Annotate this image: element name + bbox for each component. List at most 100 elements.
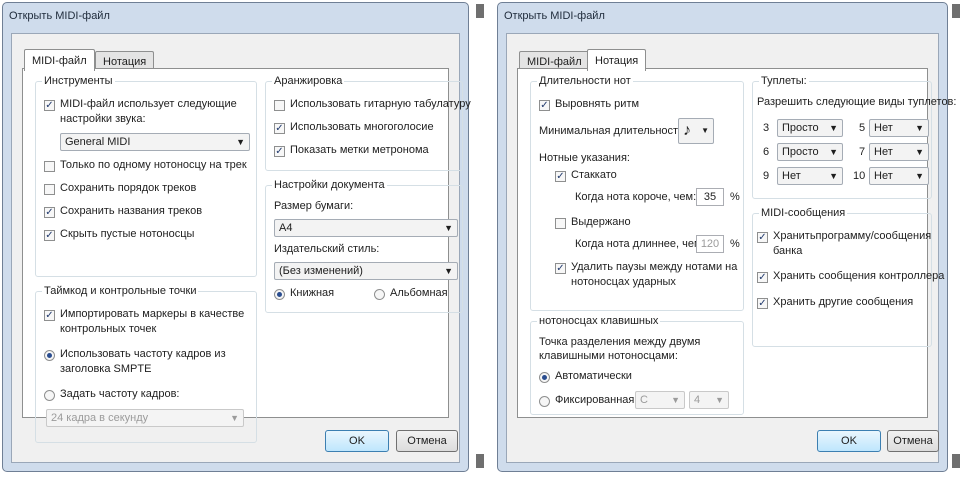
keep-order-label: Сохранить порядок треков [60, 182, 197, 194]
tuplet-select[interactable]: Просто ▼ [777, 119, 843, 137]
divider-grip-top [476, 4, 484, 18]
portrait-radio[interactable] [274, 289, 285, 300]
dialog-title: Открыть MIDI-файл [9, 10, 110, 22]
ok-button[interactable]: OK [817, 430, 881, 452]
divider-grip-right-top [952, 4, 960, 18]
tuplet-value: Нет [782, 170, 801, 182]
articulations-label: Нотные указания: [539, 152, 630, 164]
guitar-tab-checkbox[interactable] [274, 100, 285, 111]
document-settings-group: Настройки документа Размер бумаги: A4 ▼ … [265, 179, 463, 313]
split-point-label-2: клавишными нотоносцами: [539, 350, 678, 362]
tuplet-select[interactable]: Нет ▼ [869, 143, 929, 161]
landscape-label: Альбомная [390, 287, 448, 299]
tab-midi-file[interactable]: MIDI-файл [24, 49, 95, 71]
polyphony-checkbox[interactable]: ✓ [274, 123, 285, 134]
remove-rests-checkbox[interactable]: ✓ [555, 263, 566, 274]
percent-label: % [730, 238, 740, 250]
instruments-group-title: Инструменты [42, 75, 115, 87]
chevron-down-icon: ▼ [236, 137, 245, 147]
tab-panel-notation: Длительности нот ✓ Выровнять ритм Минима… [517, 68, 956, 418]
frame-rate-value: 24 кадра в секунду [51, 412, 149, 424]
set-rate-label: Задать частоту кадров: [60, 388, 180, 400]
import-markers-label-2: контрольных точек [60, 323, 157, 335]
tuplet-value: Нет [874, 170, 893, 182]
arrangement-group: Аранжировка Использовать гитарную табула… [265, 75, 471, 171]
staccato-checkbox[interactable]: ✓ [555, 171, 566, 182]
import-markers-label-1: Импортировать маркеры в качестве [60, 308, 245, 320]
chevron-down-icon: ▼ [444, 223, 453, 233]
align-rhythm-label: Выровнять ритм [555, 98, 640, 110]
tuplet-select[interactable]: Нет ▼ [869, 167, 929, 185]
tuplet-select[interactable]: Нет ▼ [869, 119, 929, 137]
cancel-button[interactable]: Отмена [887, 430, 939, 452]
hide-empty-label: Скрыть пустые нотоносцы [60, 228, 195, 240]
align-rhythm-checkbox[interactable]: ✓ [539, 100, 550, 111]
midi-open-dialog-right: Открыть MIDI-файл MIDI-файл Нотация Длит… [497, 2, 956, 472]
midi-messages-group: MIDI-сообщения ✓ Хранитьпрограмму/сообще… [752, 207, 944, 347]
tuplets-group-title: Туплеты: [759, 75, 809, 87]
split-octave-select[interactable]: 4 ▼ [689, 391, 729, 409]
tuplet-value: Нет [874, 122, 893, 134]
portrait-label: Книжная [290, 287, 335, 299]
one-staff-checkbox[interactable] [44, 161, 55, 172]
tuplet-select[interactable]: Нет ▼ [777, 167, 843, 185]
ok-button[interactable]: OK [325, 430, 389, 452]
shorter-than-value: 35 [703, 191, 717, 203]
divider-grip-right-bottom [952, 454, 960, 468]
keep-controller-label: Хранить сообщения контроллера [773, 270, 945, 282]
hide-empty-checkbox[interactable]: ✓ [44, 230, 55, 241]
keep-other-checkbox[interactable]: ✓ [757, 298, 768, 309]
note-durations-group: Длительности нот ✓ Выровнять ритм Минима… [530, 75, 744, 311]
metronome-checkbox[interactable]: ✓ [274, 146, 285, 157]
frame-rate-select[interactable]: 24 кадра в секунду ▼ [46, 409, 244, 427]
chevron-down-icon: ▼ [701, 126, 709, 135]
keep-other-label: Хранить другие сообщения [773, 296, 914, 308]
keep-names-checkbox[interactable]: ✓ [44, 207, 55, 218]
keep-names-label: Сохранить названия треков [60, 205, 203, 217]
set-rate-radio[interactable] [44, 390, 55, 401]
tab-notation[interactable]: Нотация [587, 49, 647, 71]
chevron-down-icon: ▼ [671, 395, 680, 405]
shorter-than-input[interactable]: 35 [696, 188, 724, 206]
keep-program-label-2: банка [773, 245, 803, 257]
dialog-client-area: MIDI-файл Нотация Инструменты ✓ MIDI-фай… [11, 33, 471, 463]
keep-controller-checkbox[interactable]: ✓ [757, 272, 768, 283]
chevron-down-icon: ▼ [915, 123, 924, 133]
use-smpte-label-1: Использовать частоту кадров из [60, 348, 226, 360]
use-smpte-radio[interactable] [44, 350, 55, 361]
staccato-label: Стаккато [571, 169, 617, 181]
dialog-title: Открыть MIDI-файл [504, 10, 605, 22]
paper-size-value: A4 [279, 222, 293, 234]
house-style-select[interactable]: (Без изменений) ▼ [274, 262, 458, 280]
longer-than-input[interactable]: 120 [696, 235, 724, 253]
uses-settings-label-2: настройки звука: [60, 113, 146, 125]
split-note-select[interactable]: C ▼ [635, 391, 685, 409]
tuplet-number: 3 [763, 122, 770, 134]
landscape-radio[interactable] [374, 289, 385, 300]
keep-program-checkbox[interactable]: ✓ [757, 232, 768, 243]
split-note-value: C [640, 394, 648, 406]
chevron-down-icon: ▼ [915, 171, 924, 181]
fixed-split-radio[interactable] [539, 396, 550, 407]
cancel-button[interactable]: Отмена [396, 430, 458, 452]
import-markers-checkbox[interactable]: ✓ [44, 310, 55, 321]
auto-split-radio[interactable] [539, 372, 550, 383]
tuplet-select[interactable]: Просто ▼ [777, 143, 843, 161]
sound-set-value: General MIDI [65, 136, 131, 148]
chevron-down-icon: ▼ [444, 266, 453, 276]
uses-settings-checkbox[interactable]: ✓ [44, 100, 55, 111]
min-duration-select[interactable]: ♪ ▼ [678, 118, 714, 144]
uses-settings-label-1: MIDI-файл использует следующие [60, 98, 237, 110]
paper-size-select[interactable]: A4 ▼ [274, 219, 458, 237]
timecode-group-title: Таймкод и контрольные точки [42, 285, 199, 297]
shorter-than-label: Когда нота короче, чем: [575, 191, 697, 203]
tenuto-checkbox[interactable] [555, 218, 566, 229]
sound-set-select[interactable]: General MIDI ▼ [60, 133, 250, 151]
keyboard-staves-group-title: нотоносцах клавишных [537, 315, 661, 327]
chevron-down-icon: ▼ [230, 413, 239, 423]
keep-order-checkbox[interactable] [44, 184, 55, 195]
guitar-tab-label: Использовать гитарную табулатуру [290, 98, 471, 110]
keyboard-staves-group: нотоносцах клавишных Точка разделения ме… [530, 315, 744, 415]
min-duration-label: Минимальная длительность: [539, 125, 687, 137]
auto-split-label: Автоматически [555, 370, 632, 382]
